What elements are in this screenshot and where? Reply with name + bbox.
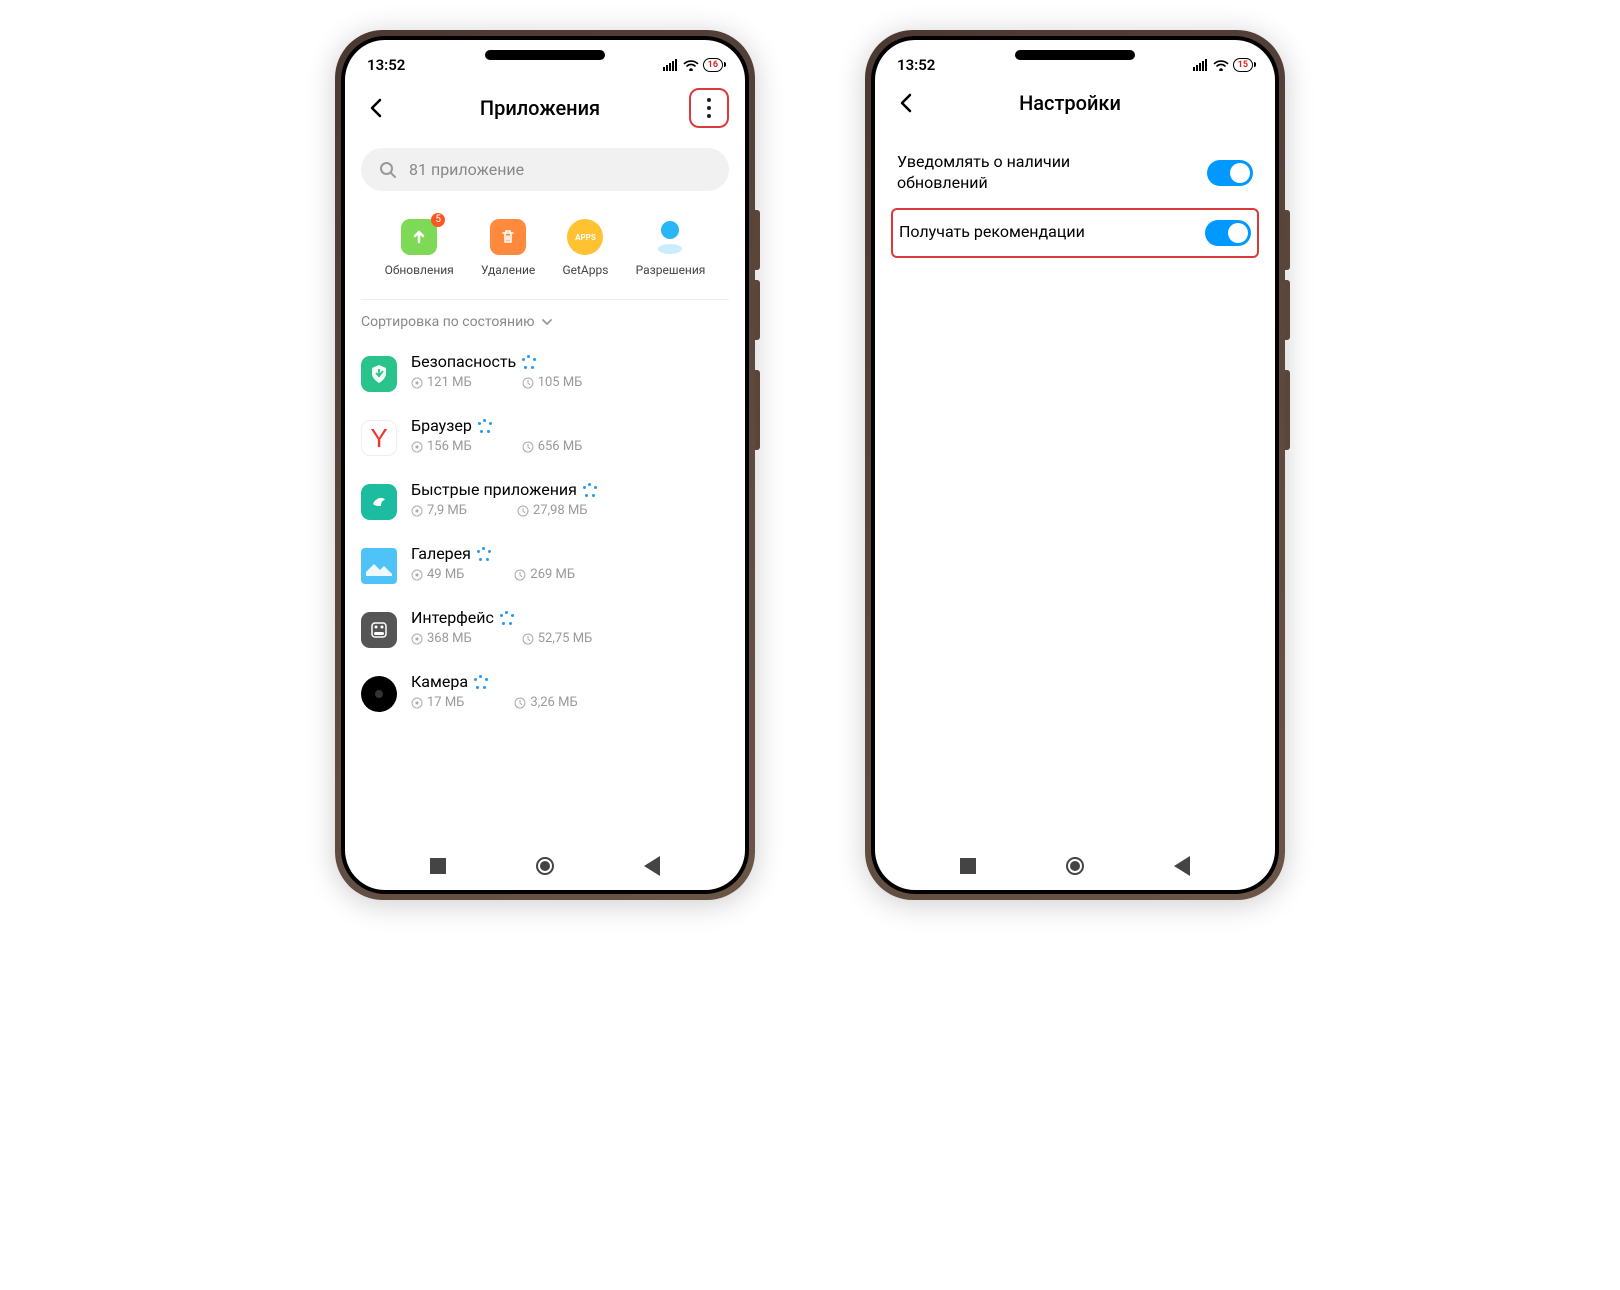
quick-delete[interactable]: Удаление — [481, 219, 535, 277]
app-name: Быстрые приложения — [411, 480, 729, 499]
volume-up-button[interactable] — [1285, 210, 1290, 270]
app-memory: 269 МБ — [514, 567, 575, 582]
volume-down-button[interactable] — [755, 280, 760, 340]
loading-icon — [522, 355, 536, 369]
app-storage: 121 МБ — [411, 375, 472, 390]
app-name: Интерфейс — [411, 608, 729, 627]
nav-recents[interactable] — [960, 858, 976, 874]
update-icon: 5 — [401, 219, 437, 255]
phone-right: 13:52 15 Настройки Уведомлять о наличии … — [865, 30, 1285, 900]
nav-back[interactable] — [1174, 856, 1190, 876]
chevron-left-icon — [369, 98, 383, 118]
more-menu-button[interactable] — [689, 88, 729, 128]
power-button[interactable] — [1285, 370, 1290, 450]
volume-down-button[interactable] — [1285, 280, 1290, 340]
phone-left: 13:52 16 Приложения 81 приложение — [335, 30, 755, 900]
loading-icon — [583, 483, 597, 497]
loading-icon — [478, 419, 492, 433]
chevron-left-icon — [899, 93, 913, 113]
app-memory: 27,98 МБ — [517, 503, 588, 518]
app-memory: 52,75 МБ — [522, 631, 593, 646]
app-row[interactable]: Галерея 49 МБ 269 МБ — [361, 532, 729, 596]
page-title: Приложения — [391, 96, 689, 120]
wifi-icon — [683, 59, 699, 71]
app-row[interactable]: Интерфейс 368 МБ 52,75 МБ — [361, 596, 729, 660]
app-row[interactable]: Камера 17 МБ 3,26 МБ — [361, 660, 729, 724]
app-icon — [361, 484, 397, 520]
battery-indicator: 16 — [703, 58, 723, 72]
app-storage: 49 МБ — [411, 567, 464, 582]
app-list: Безопасность 121 МБ 105 МБ Y Браузер 156 М… — [345, 340, 745, 842]
app-name: Браузер — [411, 416, 729, 435]
kebab-icon — [707, 98, 711, 118]
notch — [485, 50, 605, 60]
quick-updates[interactable]: 5 Обновления — [385, 219, 454, 277]
search-icon — [379, 161, 397, 179]
setting-label: Получать рекомендации — [899, 222, 1085, 243]
app-icon — [361, 356, 397, 392]
app-storage: 7,9 МБ — [411, 503, 467, 518]
chevron-down-icon — [541, 318, 553, 326]
sort-selector[interactable]: Сортировка по состоянию — [345, 300, 745, 340]
nav-bar — [345, 842, 745, 890]
app-name: Галерея — [411, 544, 729, 563]
getapps-icon: APPS — [567, 219, 603, 255]
app-icon: Y — [361, 420, 397, 456]
app-memory: 656 МБ — [522, 439, 583, 454]
loading-icon — [474, 675, 488, 689]
loading-icon — [477, 547, 491, 561]
nav-recents[interactable] — [430, 858, 446, 874]
header: Приложения — [345, 78, 745, 138]
app-row[interactable]: Безопасность 121 МБ 105 МБ — [361, 340, 729, 404]
setting-row[interactable]: Получать рекомендации — [891, 208, 1259, 258]
battery-indicator: 15 — [1233, 58, 1253, 72]
app-icon — [361, 612, 397, 648]
permissions-icon — [652, 219, 688, 255]
app-storage: 156 МБ — [411, 439, 472, 454]
setting-row[interactable]: Уведомлять о наличии обновлений — [891, 138, 1259, 208]
nav-home[interactable] — [536, 857, 554, 875]
app-row[interactable]: Быстрые приложения 7,9 МБ 27,98 МБ — [361, 468, 729, 532]
toggle-switch[interactable] — [1207, 160, 1253, 186]
search-input[interactable]: 81 приложение — [361, 148, 729, 191]
app-memory: 3,26 МБ — [514, 695, 577, 710]
settings-list: Уведомлять о наличии обновлений Получать … — [875, 128, 1275, 268]
trash-icon — [490, 219, 526, 255]
app-name: Безопасность — [411, 352, 729, 371]
status-time: 13:52 — [897, 56, 935, 74]
nav-home[interactable] — [1066, 857, 1084, 875]
quick-actions-row: 5 Обновления Удаление APPS GetApps — [361, 201, 729, 300]
nav-back[interactable] — [644, 856, 660, 876]
setting-label: Уведомлять о наличии обновлений — [897, 152, 1147, 194]
signal-icon — [663, 59, 679, 71]
app-storage: 368 МБ — [411, 631, 472, 646]
back-button[interactable] — [891, 88, 921, 118]
nav-bar — [875, 842, 1275, 890]
app-name: Камера — [411, 672, 729, 691]
app-storage: 17 МБ — [411, 695, 464, 710]
app-memory: 105 МБ — [522, 375, 583, 390]
quick-getapps[interactable]: APPS GetApps — [562, 219, 608, 277]
power-button[interactable] — [755, 370, 760, 450]
app-row[interactable]: Y Браузер 156 МБ 656 МБ — [361, 404, 729, 468]
status-time: 13:52 — [367, 56, 405, 74]
toggle-switch[interactable] — [1205, 220, 1251, 246]
header: Настройки — [875, 78, 1275, 128]
page-title: Настройки — [921, 91, 1219, 115]
signal-icon — [1193, 59, 1209, 71]
update-badge: 5 — [431, 213, 445, 227]
volume-up-button[interactable] — [755, 210, 760, 270]
quick-permissions[interactable]: Разрешения — [636, 219, 706, 277]
notch — [1015, 50, 1135, 60]
app-icon — [361, 676, 397, 712]
search-placeholder: 81 приложение — [409, 160, 524, 179]
app-icon — [361, 548, 397, 584]
loading-icon — [500, 611, 514, 625]
wifi-icon — [1213, 59, 1229, 71]
back-button[interactable] — [361, 93, 391, 123]
